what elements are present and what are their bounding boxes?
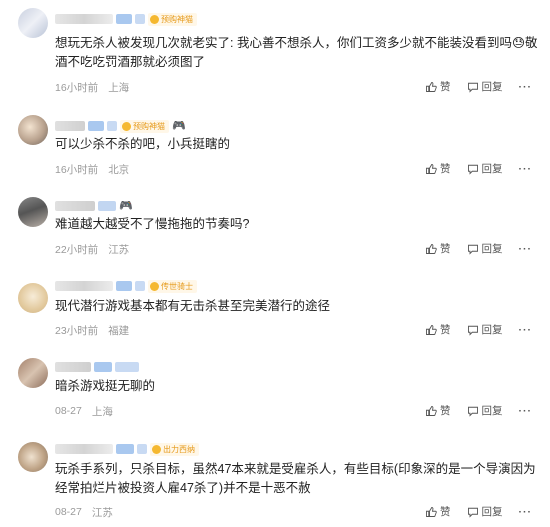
- like-button[interactable]: 赞: [425, 403, 451, 418]
- comment-time: 16小时前: [55, 163, 99, 176]
- user-badge: 预购神猫: [120, 119, 169, 133]
- comment-actions: 赞 回复 ···: [425, 79, 532, 94]
- avatar[interactable]: [18, 8, 48, 38]
- comment-actions: 赞 回复 ···: [425, 403, 532, 418]
- gamepad-icon: 🎮: [119, 200, 133, 212]
- comment-time: 22小时前: [55, 243, 99, 256]
- chat-bubble-icon: [467, 164, 478, 175]
- gamepad-icon: 🎮: [172, 120, 186, 132]
- comment-actions: 赞 回复 ···: [425, 241, 532, 256]
- username-blurred[interactable]: [55, 281, 113, 291]
- comment-location: 北京: [108, 163, 130, 176]
- comment-text: 可以少杀不杀的吧，小兵挺瞎的: [55, 137, 231, 151]
- comment-text: 暗杀游戏挺无聊的: [55, 379, 156, 393]
- more-button[interactable]: ···: [519, 243, 533, 255]
- comment-text: 想玩无杀人被发现几次就老实了: 我心善不想杀人，你们工资多少就不能装没看到吗😓敬…: [55, 36, 538, 69]
- thumbs-up-icon: [426, 163, 437, 174]
- username-row[interactable]: 预购神猫 🎮: [55, 119, 186, 133]
- avatar[interactable]: [18, 358, 48, 388]
- user-badge: 传世骑士: [148, 279, 197, 293]
- reply-button[interactable]: 回复: [467, 504, 503, 519]
- username-row[interactable]: 出力西纳: [55, 442, 199, 456]
- username-row[interactable]: 🎮: [55, 199, 133, 213]
- more-button[interactable]: ···: [519, 506, 533, 518]
- comment-text: 现代潜行游戏基本都有无击杀甚至完美潜行的途径: [55, 299, 331, 313]
- avatar[interactable]: [18, 197, 48, 227]
- like-button[interactable]: 赞: [425, 241, 451, 256]
- comment-actions: 赞 回复 ···: [425, 161, 532, 176]
- badge-icon: [152, 444, 161, 454]
- chat-bubble-icon: [467, 325, 478, 336]
- badge-icon: [150, 281, 159, 291]
- comment-time: 23小时前: [55, 324, 99, 337]
- thumbs-up-icon: [426, 405, 437, 416]
- reply-button[interactable]: 回复: [467, 79, 503, 94]
- username-row[interactable]: [55, 360, 139, 374]
- comment-actions: 赞 回复 ···: [425, 322, 532, 337]
- badge-icon: [150, 14, 159, 24]
- comment-location: 上海: [108, 81, 130, 94]
- comment-location: 上海: [91, 405, 113, 418]
- more-button[interactable]: ···: [519, 163, 533, 175]
- like-button[interactable]: 赞: [425, 79, 451, 94]
- username-blurred[interactable]: [55, 362, 91, 372]
- avatar[interactable]: [18, 115, 48, 145]
- comment-location: 江苏: [108, 243, 130, 256]
- user-badge: 出力西纳: [150, 442, 199, 456]
- user-badge: 预购神猫: [148, 12, 197, 26]
- reply-button[interactable]: 回复: [467, 403, 503, 418]
- comment-location: 福建: [108, 324, 130, 337]
- reply-button[interactable]: 回复: [467, 241, 503, 256]
- avatar[interactable]: [18, 283, 48, 313]
- thumbs-up-icon: [426, 81, 437, 92]
- username-blurred[interactable]: [55, 201, 95, 211]
- username-row[interactable]: 预购神猫: [55, 12, 197, 26]
- more-button[interactable]: ···: [519, 324, 533, 336]
- username-blurred[interactable]: [55, 14, 113, 24]
- thumbs-up-icon: [426, 506, 437, 517]
- username-row[interactable]: 传世骑士: [55, 279, 197, 293]
- thumbs-up-icon: [426, 324, 437, 335]
- comment-text: 玩杀手系列，只杀目标，虽然47本来就是受雇杀人，有些目标(印象深的是一个导演因为…: [55, 462, 536, 495]
- more-button[interactable]: ···: [519, 405, 533, 417]
- like-button[interactable]: 赞: [425, 322, 451, 337]
- like-button[interactable]: 赞: [425, 161, 451, 176]
- comment-location: 江苏: [91, 506, 113, 519]
- comment-actions: 赞 回复 ···: [425, 504, 532, 519]
- badge-icon: [122, 121, 131, 131]
- username-blurred[interactable]: [55, 444, 113, 454]
- reply-button[interactable]: 回复: [467, 322, 503, 337]
- chat-bubble-icon: [467, 244, 478, 255]
- username-blurred[interactable]: [55, 121, 85, 131]
- chat-bubble-icon: [467, 406, 478, 417]
- comment-time: 08-27: [55, 506, 82, 518]
- chat-bubble-icon: [467, 507, 478, 518]
- comment-time: 16小时前: [55, 81, 99, 94]
- thumbs-up-icon: [426, 243, 437, 254]
- more-button[interactable]: ···: [519, 81, 533, 93]
- reply-button[interactable]: 回复: [467, 161, 503, 176]
- like-button[interactable]: 赞: [425, 504, 451, 519]
- chat-bubble-icon: [467, 82, 478, 93]
- comment-time: 08-27: [55, 405, 82, 417]
- avatar[interactable]: [18, 442, 48, 472]
- comment-text: 难道越大越受不了慢拖拖的节奏吗?: [55, 217, 250, 231]
